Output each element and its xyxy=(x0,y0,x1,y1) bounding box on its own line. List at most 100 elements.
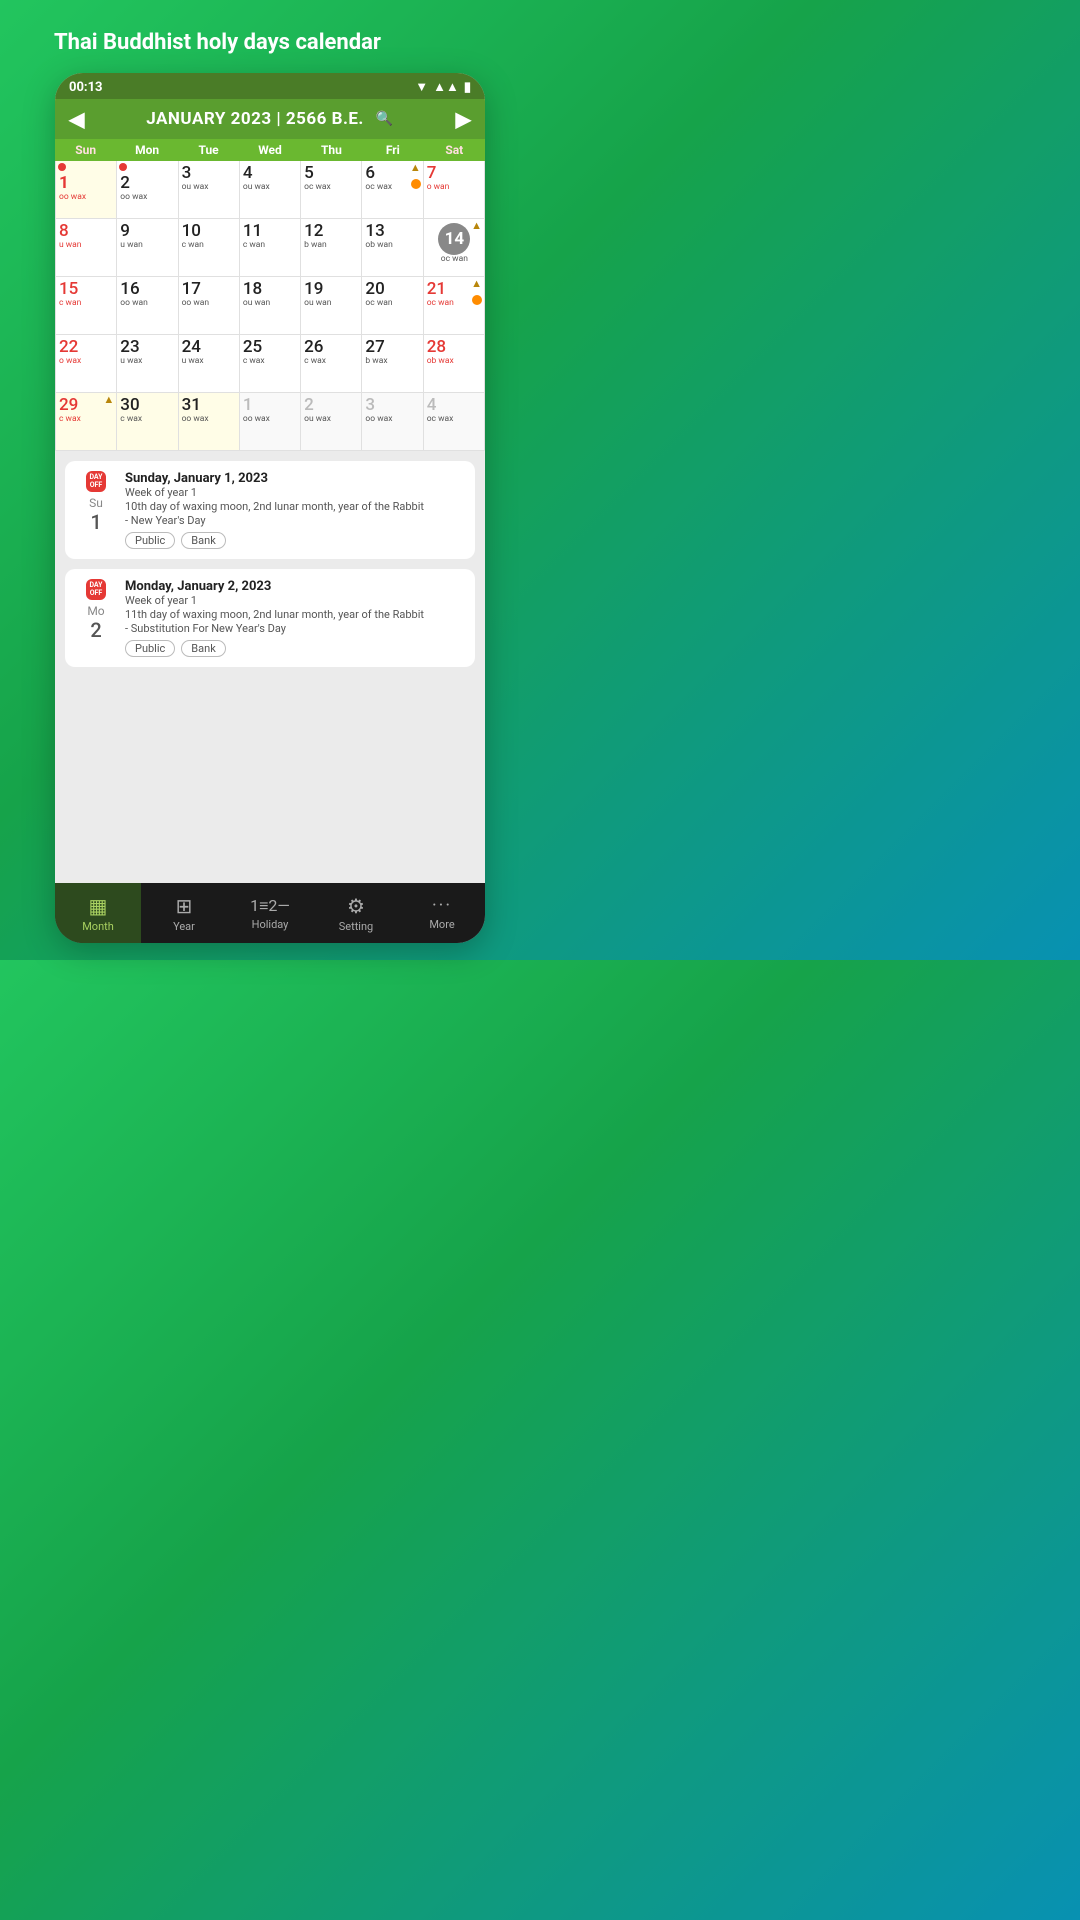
cal-cell-jan21[interactable]: ▲ 21 oc wan xyxy=(424,277,485,335)
event-week-jan1: Week of year 1 xyxy=(125,486,463,499)
tag-bank-jan1: Bank xyxy=(181,532,226,549)
cal-cell-feb3[interactable]: 3 oo wax xyxy=(362,393,423,451)
more-icon: ··· xyxy=(432,895,452,916)
nav-holiday[interactable]: 1≡2— Holiday xyxy=(227,883,313,943)
nav-setting-label: Setting xyxy=(339,920,374,933)
cal-cell-jan27[interactable]: 27 b wax xyxy=(362,335,423,393)
event-name-jan1: - New Year's Day xyxy=(125,514,463,527)
day-header-sat: Sat xyxy=(424,139,485,161)
tag-public-jan1: Public xyxy=(125,532,175,549)
triangle-jan6: ▲ xyxy=(410,161,421,174)
nav-more[interactable]: ··· More xyxy=(399,883,485,943)
cal-cell-jan19[interactable]: 19 ou wan xyxy=(301,277,362,335)
day-headers: Sun Mon Tue Wed Thu Fri Sat xyxy=(55,139,485,161)
event-lunar-jan1: 10th day of waxing moon, 2nd lunar month… xyxy=(125,500,463,513)
bottom-nav: ▦ Month ⊞ Year 1≡2— Holiday ⚙ Setting ··… xyxy=(55,883,485,943)
cal-cell-jan18[interactable]: 18 ou wan xyxy=(240,277,301,335)
cal-cell-jan15[interactable]: 15 c wan xyxy=(56,277,117,335)
cal-cell-jan9[interactable]: 9 u wan xyxy=(117,219,178,277)
cal-cell-jan24[interactable]: 24 u wax xyxy=(179,335,240,393)
cal-cell-jan12[interactable]: 12 b wan xyxy=(301,219,362,277)
event-lunar-jan2: 11th day of waxing moon, 2nd lunar month… xyxy=(125,608,463,621)
cal-cell-jan6[interactable]: ▲ 6 oc wax xyxy=(362,161,423,219)
nav-month-label: Month xyxy=(82,920,114,933)
cal-cell-feb4[interactable]: 4 oc wax xyxy=(424,393,485,451)
cal-cell-jan3[interactable]: 3 ou wax xyxy=(179,161,240,219)
signal-icon: ▲▲ xyxy=(433,79,459,95)
search-icon[interactable]: 🔍 xyxy=(376,111,394,127)
status-bar: 00:13 ▼ ▲▲ ▮ xyxy=(55,73,485,99)
status-time: 00:13 xyxy=(69,80,103,95)
orange-dot-jan21 xyxy=(472,295,482,305)
event-details-jan1: Sunday, January 1, 2023 Week of year 1 1… xyxy=(125,471,463,549)
cal-cell-jan25[interactable]: 25 c wax xyxy=(240,335,301,393)
cal-cell-jan22[interactable]: 22 o wax xyxy=(56,335,117,393)
app-title: Thai Buddhist holy days calendar xyxy=(50,30,490,55)
cal-cell-jan13[interactable]: 13 ob wan xyxy=(362,219,423,277)
cal-cell-jan30[interactable]: 30 c wax xyxy=(117,393,178,451)
event-details-jan2: Monday, January 2, 2023 Week of year 1 1… xyxy=(125,579,463,657)
cal-cell-jan17[interactable]: 17 oo wan xyxy=(179,277,240,335)
event-card-jan2[interactable]: DAYOFF Mo 2 Monday, January 2, 2023 Week… xyxy=(65,569,475,667)
day-header-mon: Mon xyxy=(116,139,177,161)
cal-cell-jan26[interactable]: 26 c wax xyxy=(301,335,362,393)
cal-cell-jan8[interactable]: 8 u wan xyxy=(56,219,117,277)
event-date-title-jan1: Sunday, January 1, 2023 xyxy=(125,471,463,486)
dot-red-jan1 xyxy=(58,163,66,171)
cal-cell-jan11[interactable]: 11 c wan xyxy=(240,219,301,277)
cal-cell-jan23[interactable]: 23 u wax xyxy=(117,335,178,393)
event-day-num-jan2: 2 xyxy=(90,618,101,642)
nav-setting[interactable]: ⚙ Setting xyxy=(313,883,399,943)
tag-bank-jan2: Bank xyxy=(181,640,226,657)
event-tags-jan1: Public Bank xyxy=(125,532,463,549)
cal-cell-jan7[interactable]: 7 o wan xyxy=(424,161,485,219)
holiday-icon: 1≡2— xyxy=(250,896,290,916)
day-header-wed: Wed xyxy=(239,139,300,161)
event-tags-jan2: Public Bank xyxy=(125,640,463,657)
month-icon: ▦ xyxy=(89,894,108,918)
event-card-jan1[interactable]: DAYOFF Su 1 Sunday, January 1, 2023 Week… xyxy=(65,461,475,559)
battery-icon: ▮ xyxy=(464,80,471,95)
nav-month[interactable]: ▦ Month xyxy=(55,883,141,943)
event-name-jan2: - Substitution For New Year's Day xyxy=(125,622,463,635)
phone-frame: 00:13 ▼ ▲▲ ▮ ◀ JANUARY 2023 | 2566 B.E. … xyxy=(55,73,485,943)
dot-red-jan2 xyxy=(119,163,127,171)
cal-cell-jan16[interactable]: 16 oo wan xyxy=(117,277,178,335)
day-header-sun: Sun xyxy=(55,139,116,161)
status-icons: ▼ ▲▲ ▮ xyxy=(415,79,471,95)
nav-more-label: More xyxy=(429,918,454,931)
year-icon: ⊞ xyxy=(176,894,193,918)
prev-month-button[interactable]: ◀ xyxy=(69,107,84,131)
nav-year-label: Year xyxy=(173,920,195,933)
cal-cell-jan29[interactable]: ▲ 29 c wax xyxy=(56,393,117,451)
calendar-header: ◀ JANUARY 2023 | 2566 B.E. 🔍 ▶ xyxy=(55,99,485,139)
cal-cell-feb1[interactable]: 1 oo wax xyxy=(240,393,301,451)
cal-cell-jan10[interactable]: 10 c wan xyxy=(179,219,240,277)
event-week-jan2: Week of year 1 xyxy=(125,594,463,607)
cal-cell-jan1[interactable]: 1 oo wax xyxy=(56,161,117,219)
cal-cell-jan28[interactable]: 28 ob wax xyxy=(424,335,485,393)
tag-public-jan2: Public xyxy=(125,640,175,657)
cal-cell-feb2[interactable]: 2 ou wax xyxy=(301,393,362,451)
triangle-jan21: ▲ xyxy=(471,277,482,290)
day-header-thu: Thu xyxy=(301,139,362,161)
event-day-abbr-jan1: Su xyxy=(89,496,103,510)
wifi-icon: ▼ xyxy=(415,79,428,95)
event-left-jan1: DAYOFF Su 1 xyxy=(77,471,115,534)
cal-cell-jan2[interactable]: 2 oo wax xyxy=(117,161,178,219)
cal-cell-jan20[interactable]: 20 oc wan xyxy=(362,277,423,335)
day-header-fri: Fri xyxy=(362,139,423,161)
triangle-jan29: ▲ xyxy=(103,393,114,406)
cal-cell-jan14[interactable]: ▲ 14 oc wan xyxy=(424,219,485,277)
event-day-num-jan1: 1 xyxy=(90,510,101,534)
cal-cell-jan4[interactable]: 4 ou wax xyxy=(240,161,301,219)
nav-year[interactable]: ⊞ Year xyxy=(141,883,227,943)
next-month-button[interactable]: ▶ xyxy=(456,107,471,131)
setting-icon: ⚙ xyxy=(347,894,365,918)
orange-dot-jan6 xyxy=(411,179,421,189)
cal-cell-jan31[interactable]: 31 oo wax xyxy=(179,393,240,451)
event-list: DAYOFF Su 1 Sunday, January 1, 2023 Week… xyxy=(55,451,485,883)
cal-cell-jan5[interactable]: 5 oc wax xyxy=(301,161,362,219)
event-date-title-jan2: Monday, January 2, 2023 xyxy=(125,579,463,594)
event-left-jan2: DAYOFF Mo 2 xyxy=(77,579,115,642)
